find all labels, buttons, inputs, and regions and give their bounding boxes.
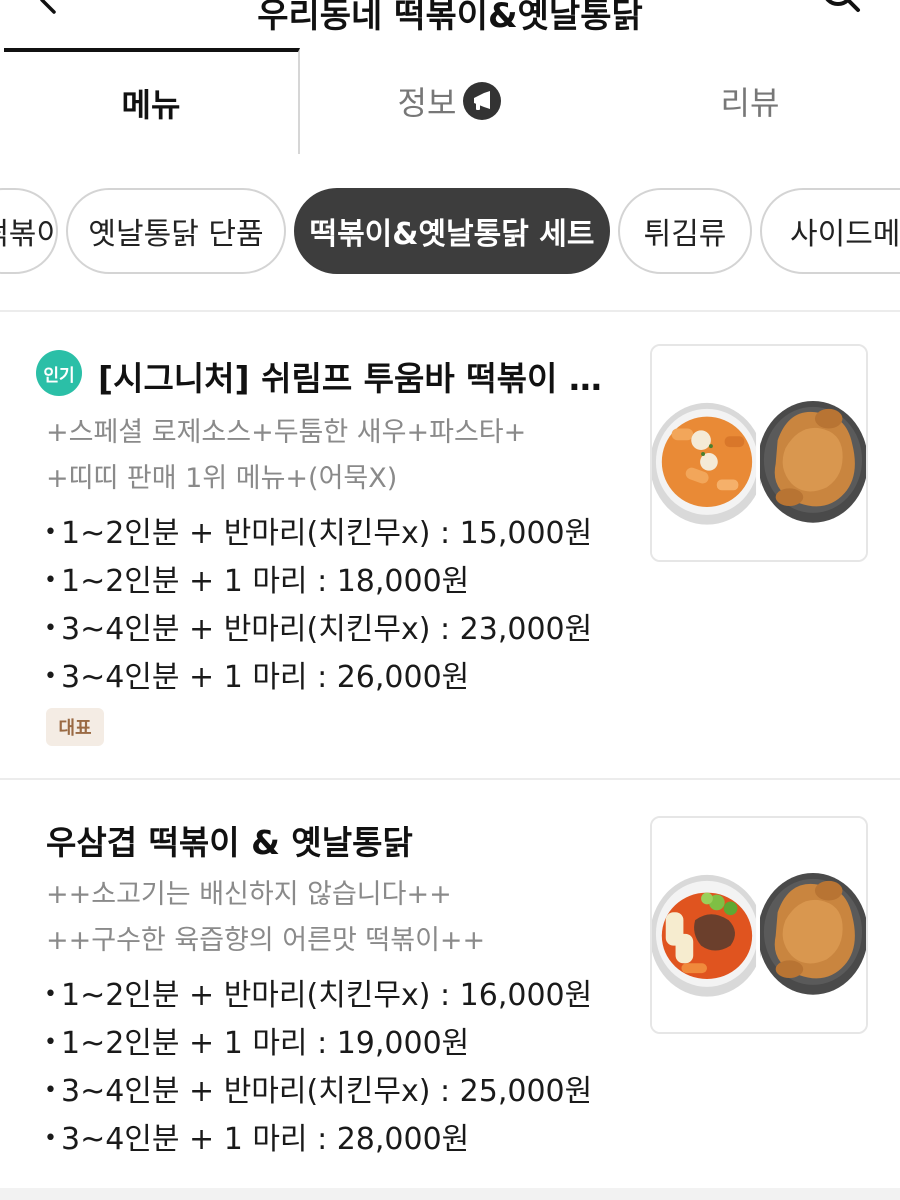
- beef-tteokbokki-chicken-photo: [652, 818, 866, 1032]
- price-option: • 1~2인분 + 반마리(치킨무x) : 16,000원: [44, 978, 593, 1013]
- menu-item-description: +띠띠 판매 1위 메뉴+(어묵X): [46, 463, 398, 494]
- category-chip-fried[interactable]: 튀김류: [618, 188, 752, 274]
- tab-info-label: 정보: [397, 84, 457, 122]
- menu-item-title: [시그니처] 쉬림프 투움바 떡볶이 &...: [98, 359, 620, 398]
- main-tabs: 메뉴 정보 리뷰: [0, 48, 900, 202]
- popular-badge: 인기: [36, 350, 82, 396]
- tab-review[interactable]: 리뷰: [600, 48, 900, 154]
- tab-info[interactable]: 정보: [300, 48, 600, 154]
- category-chip-set[interactable]: 떡볶이&옛날통닭 세트: [294, 188, 610, 274]
- category-chip-label: 떡볶이: [0, 217, 56, 252]
- category-chip-label: 떡볶이&옛날통닭 세트: [309, 217, 595, 252]
- top-bar: 우리동네 떡볶이&옛날통닭: [0, 0, 900, 48]
- bottom-divider: [0, 1188, 900, 1200]
- tab-review-label: 리뷰: [720, 84, 780, 122]
- price-option: • 3~4인분 + 1 마리 : 26,000원: [44, 660, 470, 695]
- category-chip-chicken-single[interactable]: 옛날통닭 단품: [66, 188, 286, 274]
- menu-item-title: 우삼겹 떡볶이 & 옛날통닭: [46, 823, 413, 862]
- price-option: • 1~2인분 + 1 마리 : 19,000원: [44, 1026, 470, 1061]
- menu-item[interactable]: 우삼겹 떡볶이 & 옛날통닭 ++소고기는 배신하지 않습니다++ ++구수한 …: [0, 780, 900, 1190]
- price-option: • 1~2인분 + 1 마리 : 18,000원: [44, 564, 470, 599]
- category-chip-label: 옛날통닭 단품: [88, 217, 264, 252]
- category-chip-side[interactable]: 사이드메뉴: [760, 188, 900, 274]
- price-option: • 3~4인분 + 반마리(치킨무x) : 25,000원: [44, 1074, 593, 1109]
- price-option: • 3~4인분 + 반마리(치킨무x) : 23,000원: [44, 612, 593, 647]
- menu-item-description: ++구수한 육즙향의 어른맛 떡볶이++: [46, 925, 486, 956]
- menu-item-description: ++소고기는 배신하지 않습니다++: [46, 879, 452, 910]
- menu-item-image[interactable]: [650, 816, 868, 1034]
- menu-item-description: +스페셜 로제소스+두툼한 새우+파스타+: [46, 417, 527, 448]
- price-option: • 3~4인분 + 1 마리 : 28,000원: [44, 1122, 470, 1157]
- price-option: • 1~2인분 + 반마리(치킨무x) : 15,000원: [44, 516, 593, 551]
- megaphone-icon: [463, 82, 502, 120]
- menu-item[interactable]: 인기 [시그니처] 쉬림프 투움바 떡볶이 &... +스페셜 로제소스+두툼한…: [0, 312, 900, 778]
- category-chip-label: 사이드메뉴: [790, 217, 900, 252]
- category-chip-tteokbokki[interactable]: 떡볶이: [0, 188, 58, 274]
- representative-tag: 대표: [46, 708, 104, 746]
- search-icon[interactable]: [822, 0, 862, 14]
- store-title: 우리동네 떡볶이&옛날통닭: [257, 0, 643, 36]
- menu-item-image[interactable]: [650, 344, 868, 562]
- tab-menu[interactable]: 메뉴: [4, 48, 300, 154]
- category-chips: 떡볶이 옛날통닭 단품 떡볶이&옛날통닭 세트 튀김류 사이드메뉴: [0, 154, 900, 312]
- tteokbokki-chicken-photo: [652, 346, 866, 560]
- tab-menu-label: 메뉴: [121, 86, 181, 124]
- category-chip-label: 튀김류: [643, 217, 727, 252]
